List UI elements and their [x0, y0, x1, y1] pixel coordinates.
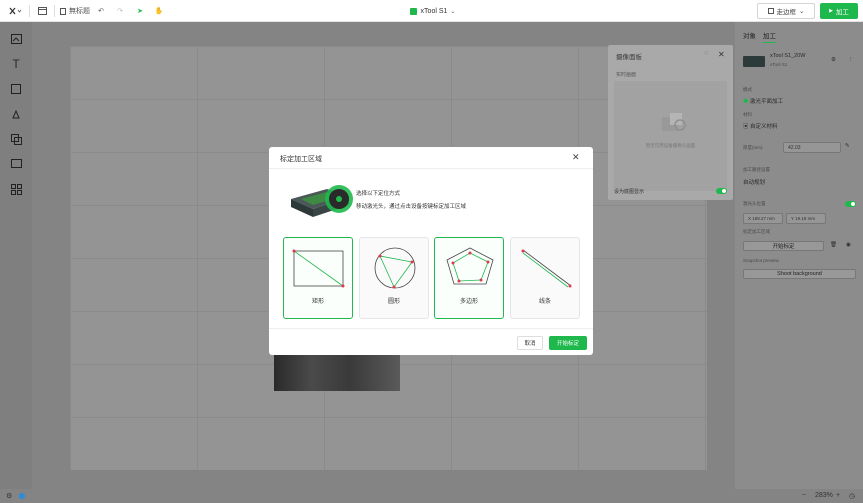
shape-tool-icon[interactable]: [9, 82, 23, 96]
option-circle[interactable]: 圆形: [359, 237, 429, 319]
measure-icon[interactable]: ✎: [845, 143, 850, 149]
camera-panel: 摄像面板 ◌ ✕ 实时画面 暂无可用设备摄像头画面 设为底图显示: [608, 45, 733, 200]
material-label: 材料: [743, 112, 752, 117]
material-value: 自定义材料: [750, 124, 778, 130]
x-position-input[interactable]: X 189.27 mm: [743, 213, 783, 224]
instruction-text: 移动激光头，通过点击设备按键标定加工区域: [356, 204, 467, 210]
frame-icon: [767, 8, 774, 14]
position-label: 激光头位置: [743, 201, 766, 206]
start-calibration-button[interactable]: 开始标定: [549, 336, 587, 350]
device-name: xTool S1: [420, 7, 448, 15]
instruction-title: 选择以下定位方式: [356, 191, 401, 197]
option-rectangle[interactable]: 矩形: [283, 237, 353, 319]
help-icon[interactable]: ◌: [704, 50, 708, 57]
calibrate-area-button[interactable]: 开始标定: [743, 241, 824, 251]
visibility-icon[interactable]: ◉: [846, 242, 851, 248]
background-toggle-label: 设为底图显示: [614, 189, 645, 195]
option-line[interactable]: 线条: [510, 237, 580, 319]
mode-select[interactable]: ◆ 激光平面加工: [743, 97, 783, 105]
left-toolbar: T: [0, 22, 32, 489]
line-shape-icon: [521, 249, 572, 288]
process-label: 加工: [835, 9, 849, 16]
device-model: xTool S1_20W: [770, 53, 806, 59]
shoot-background-button[interactable]: Shoot background: [743, 269, 856, 279]
circle-shape-icon: [374, 247, 416, 289]
delete-icon[interactable]: 🗑: [830, 242, 837, 248]
thickness-label: 厚度(mm): [743, 145, 763, 150]
background-toggle[interactable]: [716, 188, 727, 194]
tab-object[interactable]: 对象: [743, 30, 756, 40]
laser-icon: ◆: [743, 99, 749, 105]
more-icon[interactable]: ⋮: [848, 57, 854, 63]
file-name[interactable]: 無标题: [59, 0, 91, 22]
text-tool-icon[interactable]: T: [9, 57, 23, 71]
camera-panel-title: 摄像面板: [616, 54, 642, 61]
sidebar-toggle-icon[interactable]: [35, 0, 49, 22]
position-toggle[interactable]: [845, 201, 856, 207]
device-image: [743, 56, 765, 67]
hand-pan-icon[interactable]: ✋: [153, 0, 165, 22]
rectangle-shape-icon: [292, 249, 345, 288]
mode-label: 模式: [743, 87, 752, 92]
file-icon: [60, 7, 66, 15]
option-label: 圆形: [387, 299, 400, 305]
apps-grid-icon[interactable]: [9, 182, 23, 196]
y-position-input[interactable]: Y 19.18 mm: [786, 213, 826, 224]
material-icon: ▣: [743, 124, 749, 130]
file-title: 無标题: [69, 8, 90, 15]
redo-icon[interactable]: ↷: [114, 0, 126, 22]
snapshot-label: Snapshot preview: [743, 258, 779, 263]
logo-menu-icon[interactable]: [4, 0, 26, 22]
camera-placeholder-text: 暂无可用设备摄像头画面: [645, 143, 696, 148]
mode-value: 激光平面加工: [750, 99, 784, 105]
polygon-shape-icon: [446, 247, 494, 285]
select-cursor-icon[interactable]: ➤: [134, 0, 146, 22]
path-value[interactable]: 自动规划: [743, 178, 765, 186]
calibrate-area-dialog: 标定加工区域 ✕ 选择以下定位方式 移动激光头，通过点击设备按键标定加工区域 矩…: [269, 147, 593, 355]
camera-off-icon: [662, 113, 686, 131]
thickness-input[interactable]: 42.03: [783, 142, 841, 153]
material-select[interactable]: ▣ 自定义材料: [743, 122, 778, 130]
undo-icon[interactable]: ↶: [95, 0, 107, 22]
play-icon: ▶: [829, 8, 833, 14]
bottom-bar: ⚙ − 283% + ◷: [0, 489, 863, 503]
option-label: 多边形: [459, 299, 478, 305]
option-label: 线条: [538, 299, 551, 305]
option-polygon[interactable]: 多边形: [434, 237, 504, 319]
chevron-down-icon: ⌄: [450, 8, 456, 15]
layers-icon[interactable]: [9, 132, 23, 146]
right-panel: 对象 加工: [735, 22, 863, 489]
area-label: 标定加工区域: [743, 229, 770, 234]
camera-preview: 暂无可用设备摄像头画面: [614, 81, 727, 191]
tab-process[interactable]: 加工: [763, 30, 776, 43]
settings-icon[interactable]: ⚙: [6, 492, 12, 500]
device-status-icon: [409, 7, 417, 15]
process-button[interactable]: ▶ 加工: [820, 3, 858, 19]
dialog-title: 标定加工区域: [280, 156, 322, 163]
chevron-down-icon: ⌄: [799, 8, 805, 15]
path-label: 加工路径设置: [743, 167, 770, 172]
device-sub: xTool S1: [770, 62, 788, 67]
zoom-level[interactable]: 283%: [815, 492, 833, 499]
status-dot-icon: [19, 493, 25, 499]
zoom-out-icon[interactable]: −: [802, 492, 806, 499]
frame-button[interactable]: 走边框 ⌄: [757, 3, 815, 19]
close-icon[interactable]: ✕: [572, 152, 580, 163]
fit-view-icon[interactable]: ◷: [849, 492, 855, 500]
image-import-icon[interactable]: [9, 32, 23, 46]
frame-label: 走边框: [776, 9, 797, 16]
device-selector[interactable]: xTool S1 ⌄: [405, 0, 460, 22]
settings-gear-icon[interactable]: ⚙: [831, 57, 836, 63]
canvas-image[interactable]: [274, 352, 400, 391]
option-label: 矩形: [311, 299, 324, 305]
device-illustration: [291, 185, 353, 217]
cancel-button[interactable]: 取消: [517, 336, 543, 350]
pen-tool-icon[interactable]: [9, 107, 23, 121]
zoom-in-icon[interactable]: +: [836, 492, 840, 499]
top-toolbar: 無标题 ↶ ↷ ➤ ✋ xTool S1 ⌄ 走边框 ⌄ ▶ 加工: [0, 0, 863, 22]
camera-panel-subtitle: 实时画面: [616, 72, 637, 78]
comment-icon[interactable]: [9, 157, 23, 171]
close-icon[interactable]: ✕: [718, 50, 725, 59]
